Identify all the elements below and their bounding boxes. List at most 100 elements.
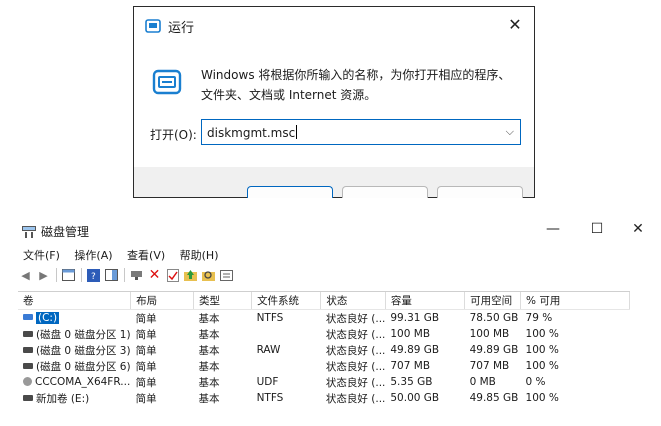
volume-name: 新加卷 (E:) [36,392,90,405]
delete-icon[interactable]: ✕ [147,267,162,283]
volume-name: (C:) [36,312,60,324]
menu-action[interactable]: 操作(A) [74,249,112,262]
col-volume[interactable]: 卷 [18,292,132,310]
col-capacity[interactable]: 容量 [385,292,466,310]
volume-icon [23,314,33,320]
cell-layout: 简单 [135,312,157,325]
table-row[interactable]: CCCOMA_X64FR... 简单 基本 UDF 状态良好 (... 5.35 GB 0 … [18,374,630,390]
run-icon [145,19,161,33]
back-icon[interactable]: ◀ [18,268,33,283]
svg-text:?: ? [91,272,96,282]
volume-icon [23,346,33,353]
cell-free: 707 MB [469,360,510,372]
cell-vol: (磁盘 0 磁盘分区 3) [18,342,131,358]
cell-free: 0 MB [469,376,496,388]
table-row[interactable]: (磁盘 0 磁盘分区 6) 简单 基本 状态良好 (... 707 MB 707 MB 10… [18,358,630,374]
volume-icon [23,362,33,369]
run-large-icon [152,69,182,95]
cell-layout: 简单 [135,376,157,389]
cell-vol: CCCOMA_X64FR... [18,374,131,390]
cell-capacity: 707 MB [390,360,431,372]
cell-status: 状态良好 (... [325,376,386,389]
cell-type: 基本 [198,360,220,373]
cell-type: 基本 [198,392,220,405]
open-label: 打开(O): [150,128,197,142]
menu-file[interactable]: 文件(F) [23,249,60,262]
cell-pct: 100 % [525,360,559,372]
cell-vol: (C:) [18,310,131,327]
check-disk-icon[interactable] [165,268,180,283]
cell-free: 100 MB [469,328,510,340]
close-icon[interactable]: ✕ [628,221,648,237]
toolbar: ◀ ▶ ? ✕ [18,266,237,284]
close-icon[interactable]: ✕ [504,14,526,36]
cell-fs: NTFS [256,392,284,404]
col-status[interactable]: 状态 [320,292,386,310]
cell-vol: 新加卷 (E:) [18,390,131,406]
volume-name: CCCOMA_X64FR... [35,376,131,388]
cell-free: 78.50 GB [469,312,519,324]
volume-name: (磁盘 0 磁盘分区 3) [36,344,131,357]
cell-fs: RAW [256,344,281,356]
cell-free: 49.89 GB [469,344,519,356]
run-dialog: 运行 ✕ Windows 将根据你所输入的名称，为你打开相应的程序、文件夹、文档… [133,6,535,198]
open-input[interactable]: diskmgmt.msc [207,125,298,140]
help-icon[interactable]: ? [86,268,101,283]
search-icon[interactable] [201,268,216,283]
col-type[interactable]: 类型 [193,292,253,310]
cancel-button[interactable] [342,186,428,198]
cell-fs: NTFS [256,312,284,324]
cell-layout: 简单 [135,360,157,373]
folder-up-icon[interactable] [183,268,198,283]
console-tree-icon[interactable] [61,268,76,283]
cell-pct: 0 % [525,376,546,388]
dialog-button-bar [134,167,534,198]
run-dialog-title: 运行 [168,21,195,36]
minimize-icon[interactable]: — [543,221,563,237]
cell-type: 基本 [198,312,220,325]
col-percent-free[interactable]: % 可用 [520,292,630,310]
browse-button[interactable] [437,186,523,198]
cell-status: 状态良好 (... [325,344,386,357]
cell-type: 基本 [198,344,220,357]
cell-status: 状态良好 (... [325,328,386,341]
cell-fs [252,358,321,374]
table-row[interactable]: (磁盘 0 磁盘分区 3) 简单 基本 RAW 状态良好 (... 49.89 GB 49.… [18,342,630,358]
cell-pct: 100 % [525,328,559,340]
cell-layout: 简单 [135,392,157,405]
properties-pane-icon[interactable] [104,268,119,283]
cell-capacity: 5.35 GB [390,376,433,388]
col-filesystem[interactable]: 文件系统 [251,292,322,310]
col-layout[interactable]: 布局 [130,292,194,310]
maximize-icon[interactable]: ☐ [587,221,607,237]
cd-icon [23,377,32,386]
forward-icon[interactable]: ▶ [36,268,51,283]
connect-icon[interactable] [129,268,144,283]
cell-pct: 79 % [525,312,553,324]
cell-free: 49.85 GB [469,392,519,404]
run-description: Windows 将根据你所输入的名称，为你打开相应的程序、文件夹、文档或 Int… [201,68,511,102]
window-title: 磁盘管理 [41,225,90,239]
disk-management-window: 磁盘管理 — ☐ ✕ 文件(F) 操作(A) 查看(V) 帮助(H) ◀ ▶ ?… [14,213,661,425]
table-row[interactable]: 新加卷 (E:) 简单 基本 NTFS 状态良好 (... 50.00 GB 49.85 G… [18,390,630,406]
table-header: 卷 布局 类型 文件系统 状态 容量 可用空间 % 可用 [18,292,630,310]
cell-vol: (磁盘 0 磁盘分区 6) [18,358,131,374]
cell-capacity: 99.31 GB [390,312,440,324]
volume-name: (磁盘 0 磁盘分区 6) [36,360,131,373]
table-row[interactable]: (磁盘 0 磁盘分区 1) 简单 基本 状态良好 (... 100 MB 100 MB 10… [18,326,630,342]
volume-list: 卷 布局 类型 文件系统 状态 容量 可用空间 % 可用 (C:) 简单 基本 NTF… [18,291,630,426]
ok-button[interactable] [247,186,333,198]
disk-management-icon [22,226,36,238]
cell-type: 基本 [198,328,220,341]
table-row[interactable]: (C:) 简单 基本 NTFS 状态良好 (... 99.31 GB 78.50 GB 79 … [18,310,630,327]
cell-capacity: 49.89 GB [390,344,440,356]
list-icon[interactable] [219,268,234,283]
open-combobox[interactable]: diskmgmt.msc ⌵ [201,119,521,145]
col-free-space[interactable]: 可用空间 [464,292,522,310]
cell-capacity: 100 MB [390,328,431,340]
volume-icon [23,394,33,401]
cell-vol: (磁盘 0 磁盘分区 1) [18,326,131,342]
menu-help[interactable]: 帮助(H) [180,249,219,262]
menu-view[interactable]: 查看(V) [127,249,165,262]
chevron-down-icon[interactable]: ⌵ [506,125,514,139]
